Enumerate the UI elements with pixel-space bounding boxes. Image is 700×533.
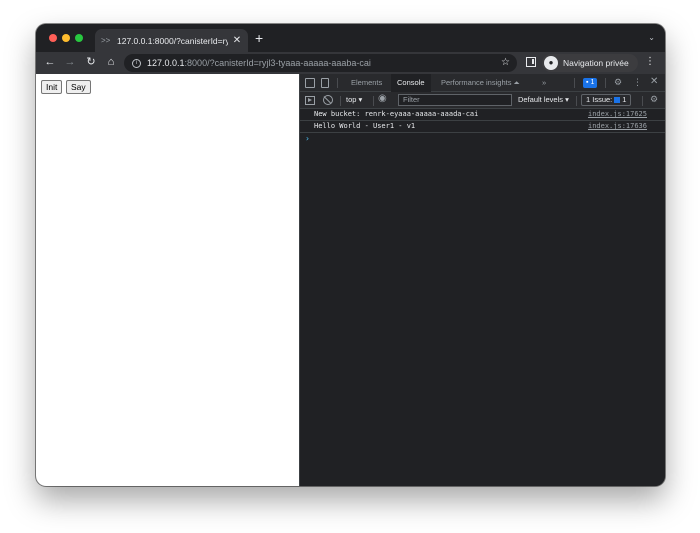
url-path: :8000/?canisterId=ryjl3-tyaaa-aaaaa-aaab… <box>184 58 371 68</box>
site-info-icon[interactable]: i <box>132 58 141 68</box>
forward-button[interactable]: → <box>63 55 77 69</box>
divider <box>340 96 341 106</box>
favicon-icon: >> <box>101 36 111 45</box>
context-selector[interactable]: top ▾ <box>346 92 362 108</box>
issues-badge[interactable]: ▪ 1 <box>583 78 598 88</box>
console-prompt[interactable]: › <box>300 133 665 145</box>
live-expression-eye-icon[interactable]: ◉ <box>378 93 387 104</box>
console-message-text: New bucket: renrk-eyaaa-aaaaa-aaada-cai <box>314 110 479 118</box>
log-levels-dropdown[interactable]: Default levels ▾ <box>518 92 569 108</box>
issues-count: 1 <box>622 95 627 104</box>
browser-toolbar: ← → ↻ ⌂ i 127.0.0.1:8000/?canisterId=ryj… <box>36 52 665 74</box>
device-toolbar-icon[interactable] <box>321 78 329 88</box>
divider <box>642 96 643 106</box>
devtools-panel: Elements Console Performance insights ⏶ … <box>299 74 665 486</box>
console-message-text: Hello World - User1 - v1 <box>314 122 416 130</box>
profile-label: Navigation privée <box>563 58 629 68</box>
new-tab-button[interactable]: + <box>255 31 263 45</box>
home-button[interactable]: ⌂ <box>104 55 118 69</box>
issues-badge-count: 1 <box>590 79 595 86</box>
tab-elements[interactable]: Elements <box>345 74 388 91</box>
settings-gear-icon[interactable]: ⚙ <box>614 77 622 88</box>
console-filter-bar: top ▾ ◉ Filter Default levels ▾ 1 Issue:… <box>300 92 665 109</box>
tab-title: 127.0.0.1:8000/?canisterId=ryjl <box>117 35 228 46</box>
zoom-window-button[interactable] <box>75 34 83 42</box>
bookmark-star-icon[interactable]: ☆ <box>501 57 510 68</box>
inspect-element-icon[interactable] <box>305 78 315 88</box>
browser-menu-icon[interactable]: ⋮ <box>645 56 655 67</box>
issues-button[interactable]: 1 Issue: 1 <box>581 94 632 106</box>
more-tabs-icon[interactable]: » <box>536 74 552 91</box>
back-button[interactable]: ← <box>43 55 57 69</box>
close-devtools-icon[interactable]: ✕ <box>650 76 658 87</box>
tab-performance-insights[interactable]: Performance insights ⏶ <box>435 74 526 91</box>
tab-console[interactable]: Console <box>391 74 431 92</box>
console-settings-gear-icon[interactable]: ⚙ <box>650 94 658 105</box>
issues-label: 1 Issue: <box>586 95 613 104</box>
say-button[interactable]: Say <box>66 80 91 94</box>
close-tab-icon[interactable]: ✕ <box>232 35 242 46</box>
tab-strip: >> 127.0.0.1:8000/?canisterId=ryjl ✕ + ⌄ <box>36 24 665 52</box>
clear-console-icon[interactable] <box>323 95 333 105</box>
divider <box>576 96 577 106</box>
profile-button[interactable]: ● Navigation privée <box>542 54 638 72</box>
minimize-window-button[interactable] <box>62 34 70 42</box>
issue-icon <box>614 97 621 104</box>
devtools-tab-bar: Elements Console Performance insights ⏶ … <box>300 74 665 92</box>
url-host: 127.0.0.1 <box>147 58 185 68</box>
incognito-icon: ● <box>544 56 558 70</box>
address-bar[interactable]: i 127.0.0.1:8000/?canisterId=ryjl3-tyaaa… <box>124 54 517 72</box>
reload-button[interactable]: ↻ <box>84 55 98 69</box>
side-panel-icon[interactable] <box>526 57 536 67</box>
browser-window: >> 127.0.0.1:8000/?canisterId=ryjl ✕ + ⌄… <box>36 24 665 486</box>
init-button[interactable]: Init <box>41 80 63 94</box>
page-content: Init Say <box>36 74 299 486</box>
console-source-link[interactable]: index.js:17636 <box>588 121 647 132</box>
tab-search-icon[interactable]: ⌄ <box>648 33 655 42</box>
divider <box>574 78 575 88</box>
console-source-link[interactable]: index.js:17625 <box>588 109 647 120</box>
console-message: Hello World - User1 - v1 index.js:17636 <box>300 121 665 133</box>
console-message: New bucket: renrk-eyaaa-aaaaa-aaada-cai … <box>300 109 665 121</box>
divider <box>337 78 338 88</box>
close-window-button[interactable] <box>49 34 57 42</box>
divider <box>605 78 606 88</box>
console-filter-input[interactable]: Filter <box>398 94 512 106</box>
console-sidebar-icon[interactable] <box>305 96 315 105</box>
devtools-menu-icon[interactable]: ⋮ <box>633 77 642 88</box>
divider <box>373 96 374 106</box>
browser-tab[interactable]: >> 127.0.0.1:8000/?canisterId=ryjl ✕ <box>95 29 248 52</box>
